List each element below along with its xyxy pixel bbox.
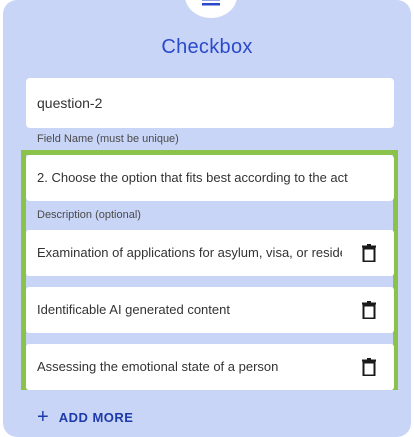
trash-icon[interactable] [362,358,376,376]
field-name-helper: Field Name (must be unique) [37,133,179,145]
option-row: Examination of applications for asylum, … [26,230,394,276]
field-name-input[interactable]: question-2 [26,78,394,128]
option-input[interactable]: Identificable AI generated content [37,287,342,333]
description-helper: Description (optional) [37,209,141,221]
add-more-label: ADD MORE [58,409,134,425]
option-row: Identificable AI generated content [26,287,394,333]
checkbox-question-card: Checkbox question-2 Field Name (must be … [3,0,411,437]
drag-handle-icon [202,0,220,6]
plus-icon: + [37,406,49,428]
option-input[interactable]: Examination of applications for asylum, … [37,230,342,276]
option-input[interactable]: Assessing the emotional state of a perso… [37,344,342,390]
option-row: Assessing the emotional state of a perso… [26,344,394,390]
description-input[interactable]: 2. Choose the option that fits best acco… [26,155,394,201]
trash-icon[interactable] [362,244,376,262]
trash-icon[interactable] [362,301,376,319]
card-title: Checkbox [161,36,253,58]
drag-handle[interactable] [185,0,237,18]
add-more-button[interactable]: + ADD MORE [37,406,133,428]
